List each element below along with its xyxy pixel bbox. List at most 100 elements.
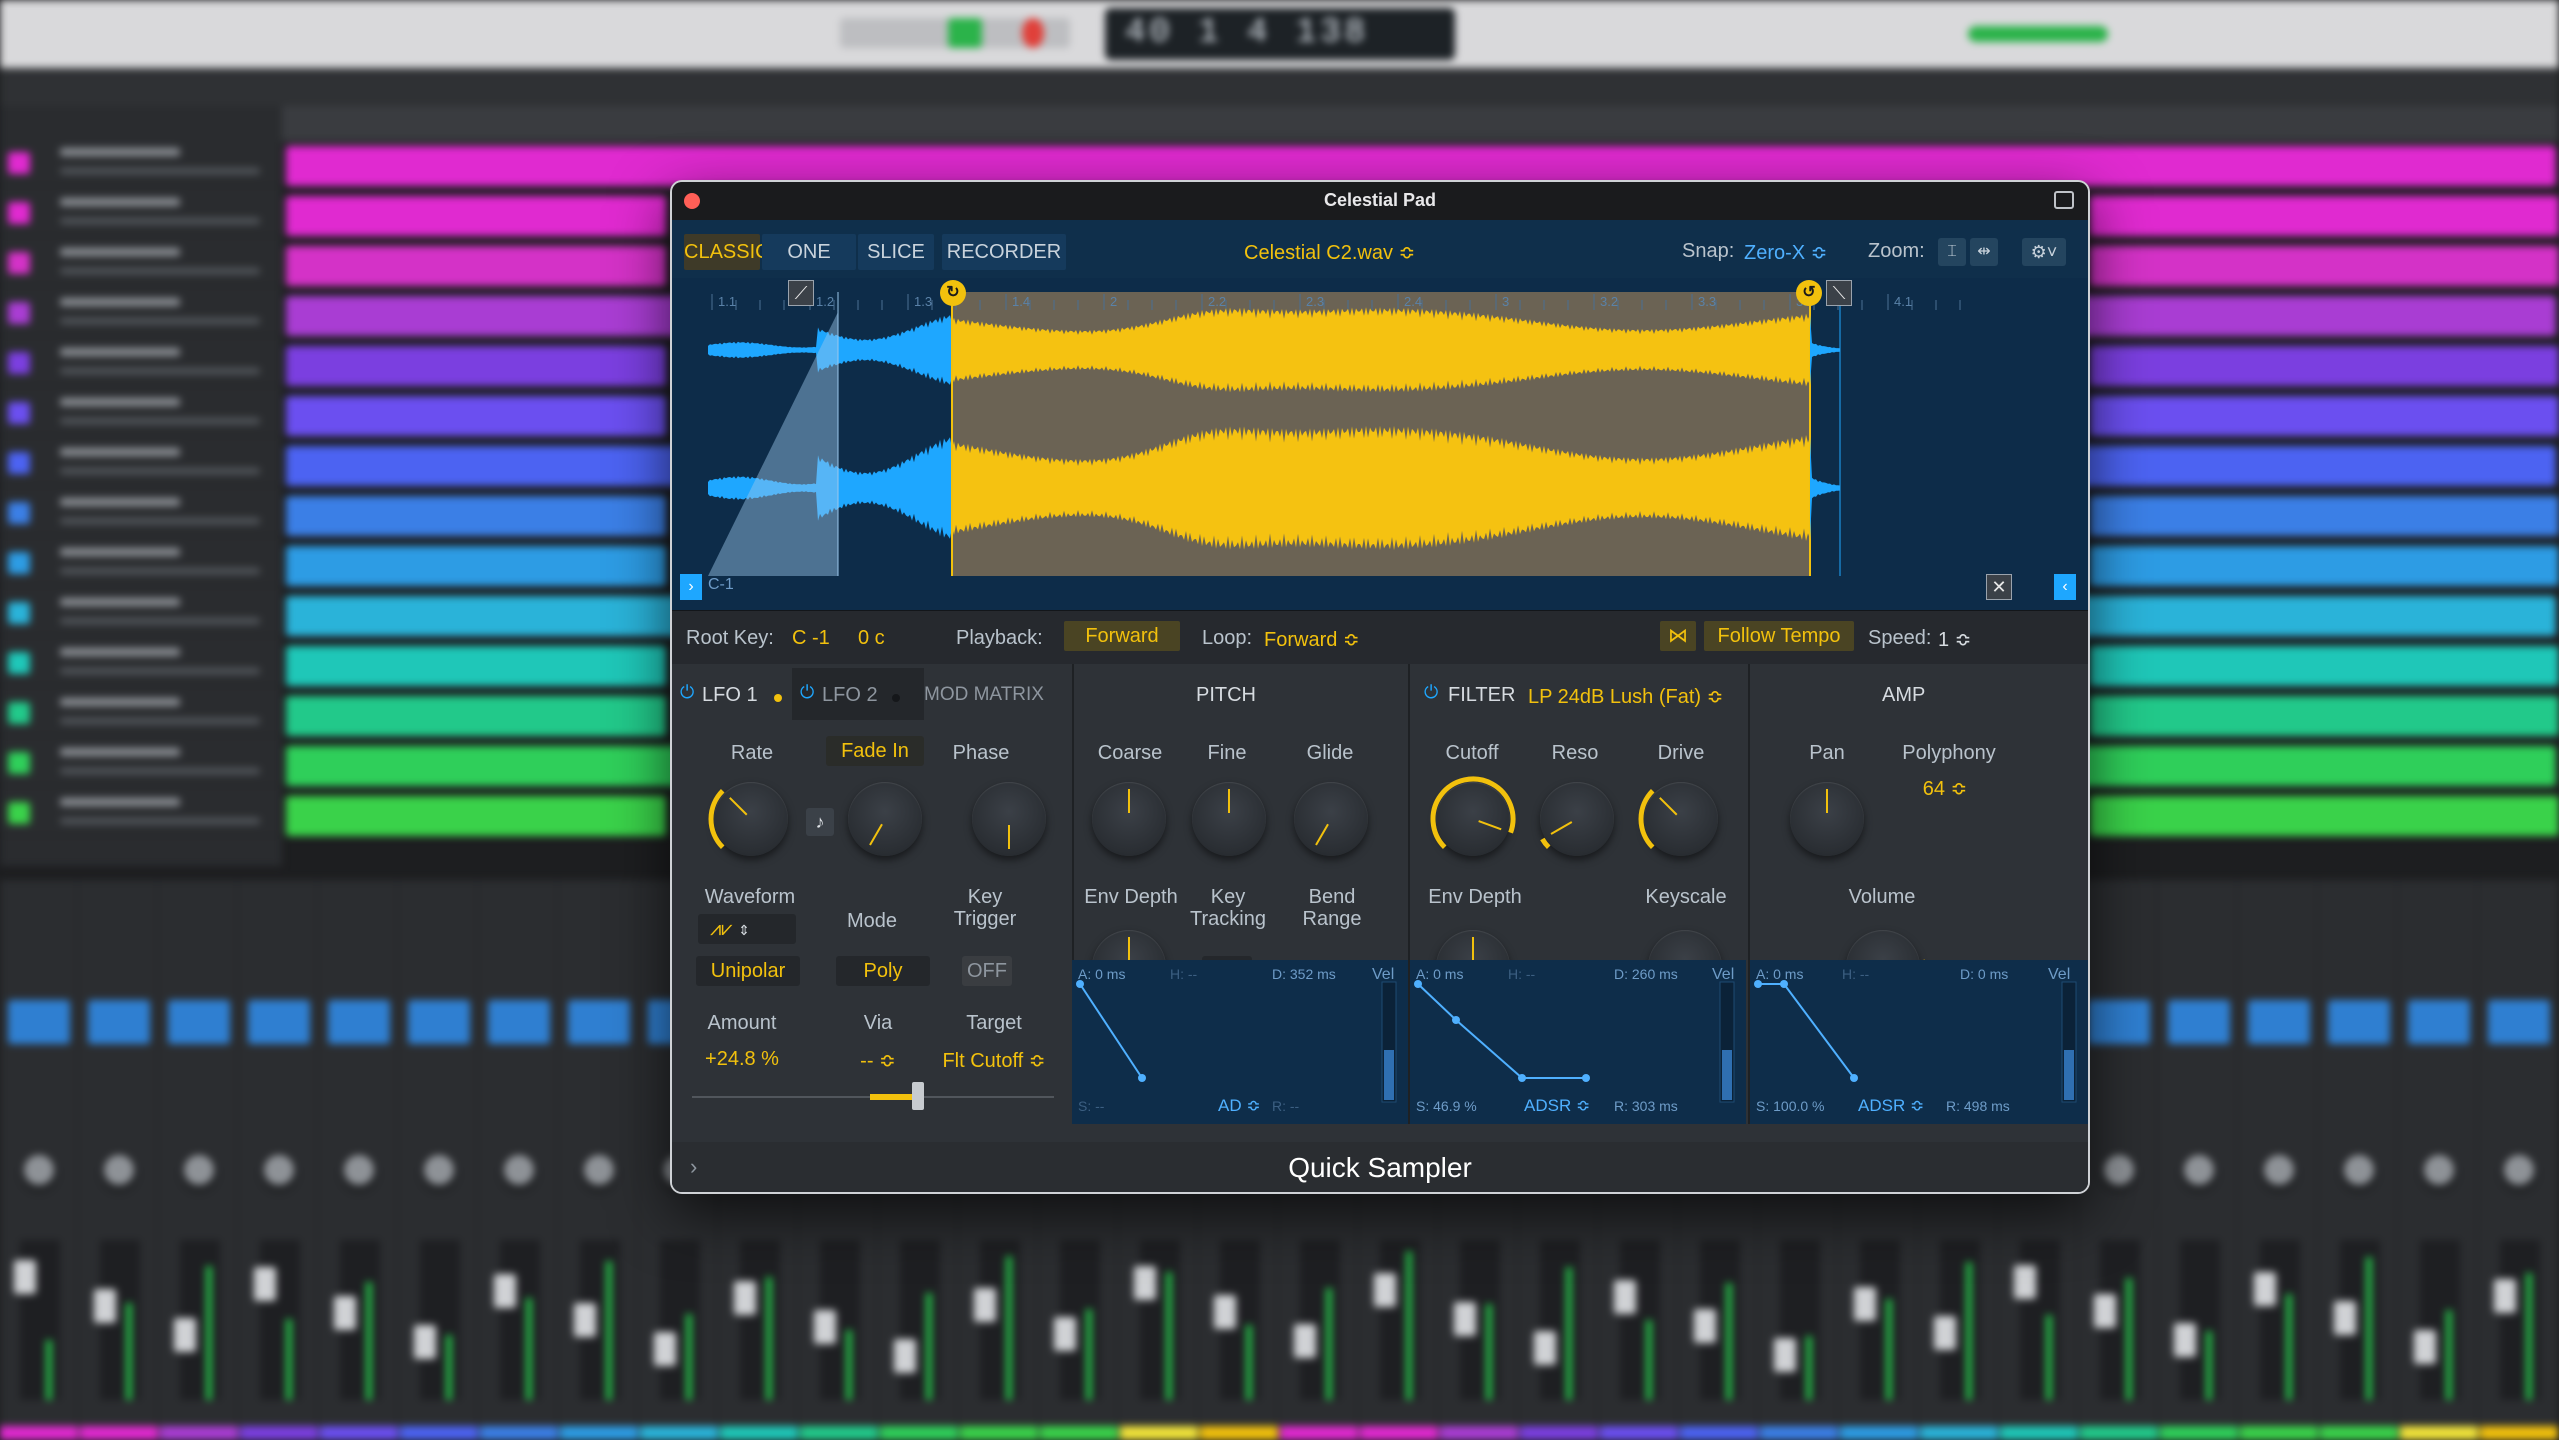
waveform-selector[interactable]: ⩘⩗ ⇕ <box>698 914 796 944</box>
track-region[interactable] <box>2090 796 2559 836</box>
track-region[interactable] <box>2090 496 2559 536</box>
track-header[interactable] <box>0 442 282 486</box>
fade-out-handle-icon[interactable]: ⟍ <box>1826 280 1852 306</box>
waveform-stepper-icon[interactable]: ⇕ <box>738 922 750 938</box>
key-trigger-toggle[interactable]: OFF <box>962 956 1012 986</box>
pan-knob[interactable] <box>1790 782 1864 856</box>
speed-selector[interactable]: 1 ≎ <box>1938 627 1971 652</box>
lfo1-power-icon[interactable]: ⏻ <box>680 682 694 703</box>
track-region[interactable] <box>286 696 666 736</box>
track-header[interactable] <box>0 292 282 336</box>
reso-knob[interactable] <box>1540 782 1614 856</box>
fade-in-button[interactable]: Fade In <box>826 736 924 766</box>
filter-env-sustain[interactable]: S: 46.9 % <box>1416 1098 1477 1114</box>
fade-handle-icon[interactable]: ⟋ <box>788 280 814 306</box>
amp-env-attack[interactable]: A: 0 ms <box>1756 966 1803 982</box>
tab-recorder[interactable]: RECORDER <box>942 234 1066 270</box>
channel-strip[interactable] <box>480 880 558 1440</box>
track-region[interactable] <box>2090 696 2559 736</box>
channel-strip[interactable] <box>320 880 398 1440</box>
amp-env-decay[interactable]: D: 0 ms <box>1960 966 2008 982</box>
amp-env-release[interactable]: R: 498 ms <box>1946 1098 2010 1114</box>
channel-strip[interactable] <box>240 880 318 1440</box>
root-key-value[interactable]: C -1 <box>792 627 830 650</box>
snap-selector[interactable]: Zero-X ≎ <box>1744 240 1827 265</box>
filter-env-hold[interactable]: H: -- <box>1508 966 1535 982</box>
track-header[interactable] <box>0 192 282 236</box>
channel-strip[interactable] <box>2160 880 2238 1440</box>
loop-mode-selector[interactable]: Forward ≎ <box>1264 627 1360 652</box>
channel-strip[interactable] <box>160 880 238 1440</box>
track-region[interactable] <box>2090 346 2559 386</box>
amp-env-mode-selector[interactable]: ADSR ≎ <box>1858 1096 1924 1116</box>
sample-start-marker[interactable]: › <box>680 574 702 600</box>
sample-end-marker[interactable]: ‹ <box>2054 574 2076 600</box>
channel-strip[interactable] <box>560 880 638 1440</box>
channel-strip[interactable] <box>80 880 158 1440</box>
track-region[interactable] <box>2090 396 2559 436</box>
track-region[interactable] <box>286 396 666 436</box>
tab-slice[interactable]: SLICE <box>858 234 934 270</box>
pitch-env-hold[interactable]: H: -- <box>1170 966 1197 982</box>
follow-tempo-button[interactable]: Follow Tempo <box>1704 621 1854 651</box>
track-header[interactable] <box>0 242 282 286</box>
track-region[interactable] <box>2090 546 2559 586</box>
tab-one-shot[interactable]: ONE SHOT <box>762 234 856 299</box>
loop-end-marker[interactable]: ↺ <box>1796 280 1822 306</box>
track-header[interactable] <box>0 642 282 686</box>
track-header[interactable] <box>0 792 282 836</box>
sync-note-icon[interactable]: ♪ <box>806 808 834 836</box>
track-header[interactable] <box>0 692 282 736</box>
glide-knob[interactable] <box>1294 782 1368 856</box>
amount-slider-handle[interactable] <box>912 1082 924 1110</box>
channel-strip[interactable] <box>2320 880 2398 1440</box>
pitch-env-release[interactable]: R: -- <box>1272 1098 1299 1114</box>
channel-strip[interactable] <box>0 880 78 1440</box>
polyphony-selector[interactable]: 64 ≎ <box>1910 776 1980 801</box>
via-selector[interactable]: -- ≎ <box>848 1048 908 1073</box>
target-selector[interactable]: Flt Cutoff ≎ <box>932 1048 1056 1073</box>
amount-value[interactable]: +24.8 % <box>692 1048 792 1071</box>
waveform-display[interactable]: 1.11.21.31.422.22.32.433.23.33.44.1 ⟋ ↻ … <box>672 278 2088 610</box>
track-region[interactable] <box>286 146 2556 186</box>
track-region[interactable] <box>2090 646 2559 686</box>
pitch-env-mode-selector[interactable]: AD ≎ <box>1218 1096 1261 1116</box>
track-header[interactable] <box>0 492 282 536</box>
zoom-vertical-button[interactable]: ⌶ <box>1938 238 1966 266</box>
channel-strip[interactable] <box>2240 880 2318 1440</box>
track-header[interactable] <box>0 592 282 636</box>
tab-mod-matrix[interactable]: MOD MATRIX <box>924 684 1044 706</box>
track-region[interactable] <box>2090 196 2559 236</box>
cutoff-knob[interactable] <box>1430 776 1516 856</box>
master-volume-slider[interactable] <box>1968 26 2108 42</box>
tab-lfo-1[interactable]: LFO 1 <box>702 684 758 707</box>
playback-mode-button[interactable]: Forward <box>1064 621 1180 651</box>
fade-in-knob[interactable] <box>848 782 922 856</box>
pitch-env-decay[interactable]: D: 352 ms <box>1272 966 1336 982</box>
amp-env-hold[interactable]: H: -- <box>1842 966 1869 982</box>
fine-tune-value[interactable]: 0 c <box>858 627 885 650</box>
phase-knob[interactable] <box>972 782 1046 856</box>
lfo2-power-icon[interactable]: ⏻ <box>800 682 814 703</box>
expand-window-icon[interactable] <box>2054 191 2074 209</box>
track-region[interactable] <box>286 796 666 836</box>
tab-classic[interactable]: CLASSIC <box>684 234 770 270</box>
channel-strip[interactable] <box>2080 880 2158 1440</box>
pitch-env-attack[interactable]: A: 0 ms <box>1078 966 1125 982</box>
channel-strip[interactable] <box>400 880 478 1440</box>
tab-lfo-2[interactable]: LFO 2 <box>822 684 878 707</box>
track-header[interactable] <box>0 392 282 436</box>
channel-strip[interactable] <box>2480 880 2558 1440</box>
poly-button[interactable]: Poly <box>836 956 930 986</box>
track-region[interactable] <box>286 546 666 586</box>
zoom-horizontal-button[interactable]: ⇹ <box>1970 238 1998 266</box>
sample-file-selector[interactable]: Celestial C2.wav ≎ <box>1244 240 1415 265</box>
filter-env-decay[interactable]: D: 260 ms <box>1614 966 1678 982</box>
amp-env-sustain[interactable]: S: 100.0 % <box>1756 1098 1825 1114</box>
track-region[interactable] <box>286 646 666 686</box>
track-header[interactable] <box>0 542 282 586</box>
clear-marker-icon[interactable]: ✕ <box>1986 574 2012 600</box>
track-header[interactable] <box>0 342 282 386</box>
settings-gear-icon[interactable]: ⚙˅ <box>2022 238 2066 266</box>
track-header[interactable] <box>0 742 282 786</box>
